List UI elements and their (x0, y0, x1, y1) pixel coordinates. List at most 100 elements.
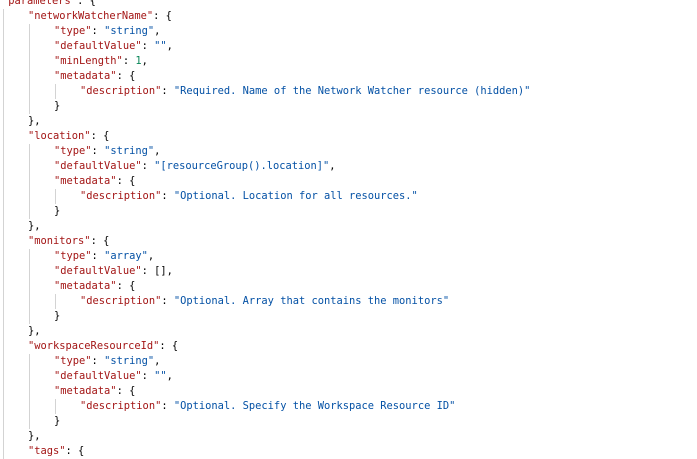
indent-guide (3, 69, 4, 84)
code-line: "type": "string", (0, 354, 697, 369)
indent-guide (29, 99, 30, 114)
token-key: "type" (54, 355, 92, 367)
code-text: "type": "string", (54, 24, 160, 39)
code-line: "description": "Optional. Location for a… (0, 189, 697, 204)
token-pun: , (154, 145, 161, 157)
code-text: "description": "Optional. Location for a… (80, 189, 418, 204)
indent-guide (3, 279, 4, 294)
code-line: "monitors": { (0, 234, 697, 249)
token-str: "array" (104, 250, 148, 262)
token-key: "type" (54, 250, 92, 262)
token-key: "minLength" (54, 55, 123, 67)
indent-guide (3, 294, 4, 309)
indent-guide (55, 399, 56, 414)
code-text: "type": "string", (54, 144, 160, 159)
indent-guide (29, 354, 30, 369)
code-text: "location": { (28, 129, 109, 144)
code-text: } (54, 204, 60, 219)
indent-guide (3, 414, 4, 429)
indent-guide (3, 174, 4, 189)
indent-guide (55, 294, 56, 309)
indent-guide (3, 204, 4, 219)
indent-guide (29, 159, 30, 174)
code-text: "description": "Optional. Specify the Wo… (80, 399, 455, 414)
code-line: "tags": { (0, 444, 697, 459)
indent-guide (3, 84, 4, 99)
indent-guide (29, 249, 30, 264)
indent-guide (3, 339, 4, 354)
token-pun: : (141, 160, 155, 172)
code-line: "type": "string", (0, 144, 697, 159)
token-pun: : (161, 85, 174, 97)
token-pun: : (91, 355, 105, 367)
code-line: "location": { (0, 129, 697, 144)
code-text: }, (28, 429, 41, 444)
indent-guide (29, 384, 30, 399)
indent-guide (29, 24, 30, 39)
indent-guide (3, 324, 4, 339)
token-pun: } (54, 100, 61, 112)
token-key: "description" (80, 190, 162, 202)
indent-guide (3, 39, 4, 54)
token-pun: : { (153, 10, 172, 22)
token-pun: : { (116, 70, 136, 82)
token-key: "defaultValue" (54, 40, 142, 52)
code-line: "metadata": { (0, 384, 697, 399)
indent-guide (3, 129, 4, 144)
token-key: "type" (54, 145, 92, 157)
token-key: "defaultValue" (54, 160, 142, 172)
code-text: "type": "array", (54, 249, 154, 264)
indent-guide (3, 384, 4, 399)
indent-guide (3, 9, 4, 24)
code-text: }, (28, 219, 41, 234)
code-text: "defaultValue": "", (54, 39, 173, 54)
token-str: "Optional. Array that contains the monit… (173, 295, 450, 307)
token-key: "metadata" (54, 70, 117, 82)
code-text: }, (28, 114, 41, 129)
token-key: "networkWatcherName" (28, 10, 154, 22)
indent-guide (3, 399, 4, 414)
token-pun: }, (28, 325, 41, 337)
token-pun: }, (28, 220, 41, 232)
code-line: "description": "Optional. Specify the Wo… (0, 399, 697, 414)
code-line: }, (0, 219, 697, 234)
code-text: } (54, 309, 60, 324)
token-pun: : (91, 250, 105, 262)
token-pun: : (161, 295, 174, 307)
code-text: "monitors": { (28, 234, 109, 249)
code-text: "workspaceResourceId": { (28, 339, 178, 354)
indent-guide (3, 54, 4, 69)
code-text: "networkWatcherName": { (28, 9, 172, 24)
code-text: "tags": { (28, 444, 84, 459)
token-pun: : (91, 25, 105, 37)
token-str: "string" (104, 355, 155, 367)
token-pun: } (54, 415, 61, 427)
code-editor[interactable]: "parameters": {"networkWatcherName": {"t… (0, 0, 697, 459)
token-pun: , (154, 355, 161, 367)
code-line: "metadata": { (0, 279, 697, 294)
token-key: "defaultValue" (54, 265, 142, 277)
indent-guide (3, 24, 4, 39)
indent-guide (29, 69, 30, 84)
code-text: "minLength": 1, (54, 54, 148, 69)
indent-guide (29, 414, 30, 429)
code-line: } (0, 204, 697, 219)
indent-guide (29, 294, 30, 309)
code-line: }, (0, 324, 697, 339)
token-pun: : (91, 145, 105, 157)
indent-guide (3, 189, 4, 204)
token-pun: } (54, 310, 61, 322)
code-line: "defaultValue": "", (0, 369, 697, 384)
token-str: "" (154, 370, 167, 382)
token-pun: : { (159, 340, 179, 352)
code-line: } (0, 309, 697, 324)
indent-guide (3, 429, 4, 444)
code-text: "type": "string", (54, 354, 160, 369)
code-line: "minLength": 1, (0, 54, 697, 69)
token-pun: : (122, 55, 136, 67)
code-line: "type": "string", (0, 24, 697, 39)
token-pun: }, (28, 115, 41, 127)
code-line: "metadata": { (0, 174, 697, 189)
indent-guide (29, 144, 30, 159)
token-pun: }, (28, 430, 41, 442)
